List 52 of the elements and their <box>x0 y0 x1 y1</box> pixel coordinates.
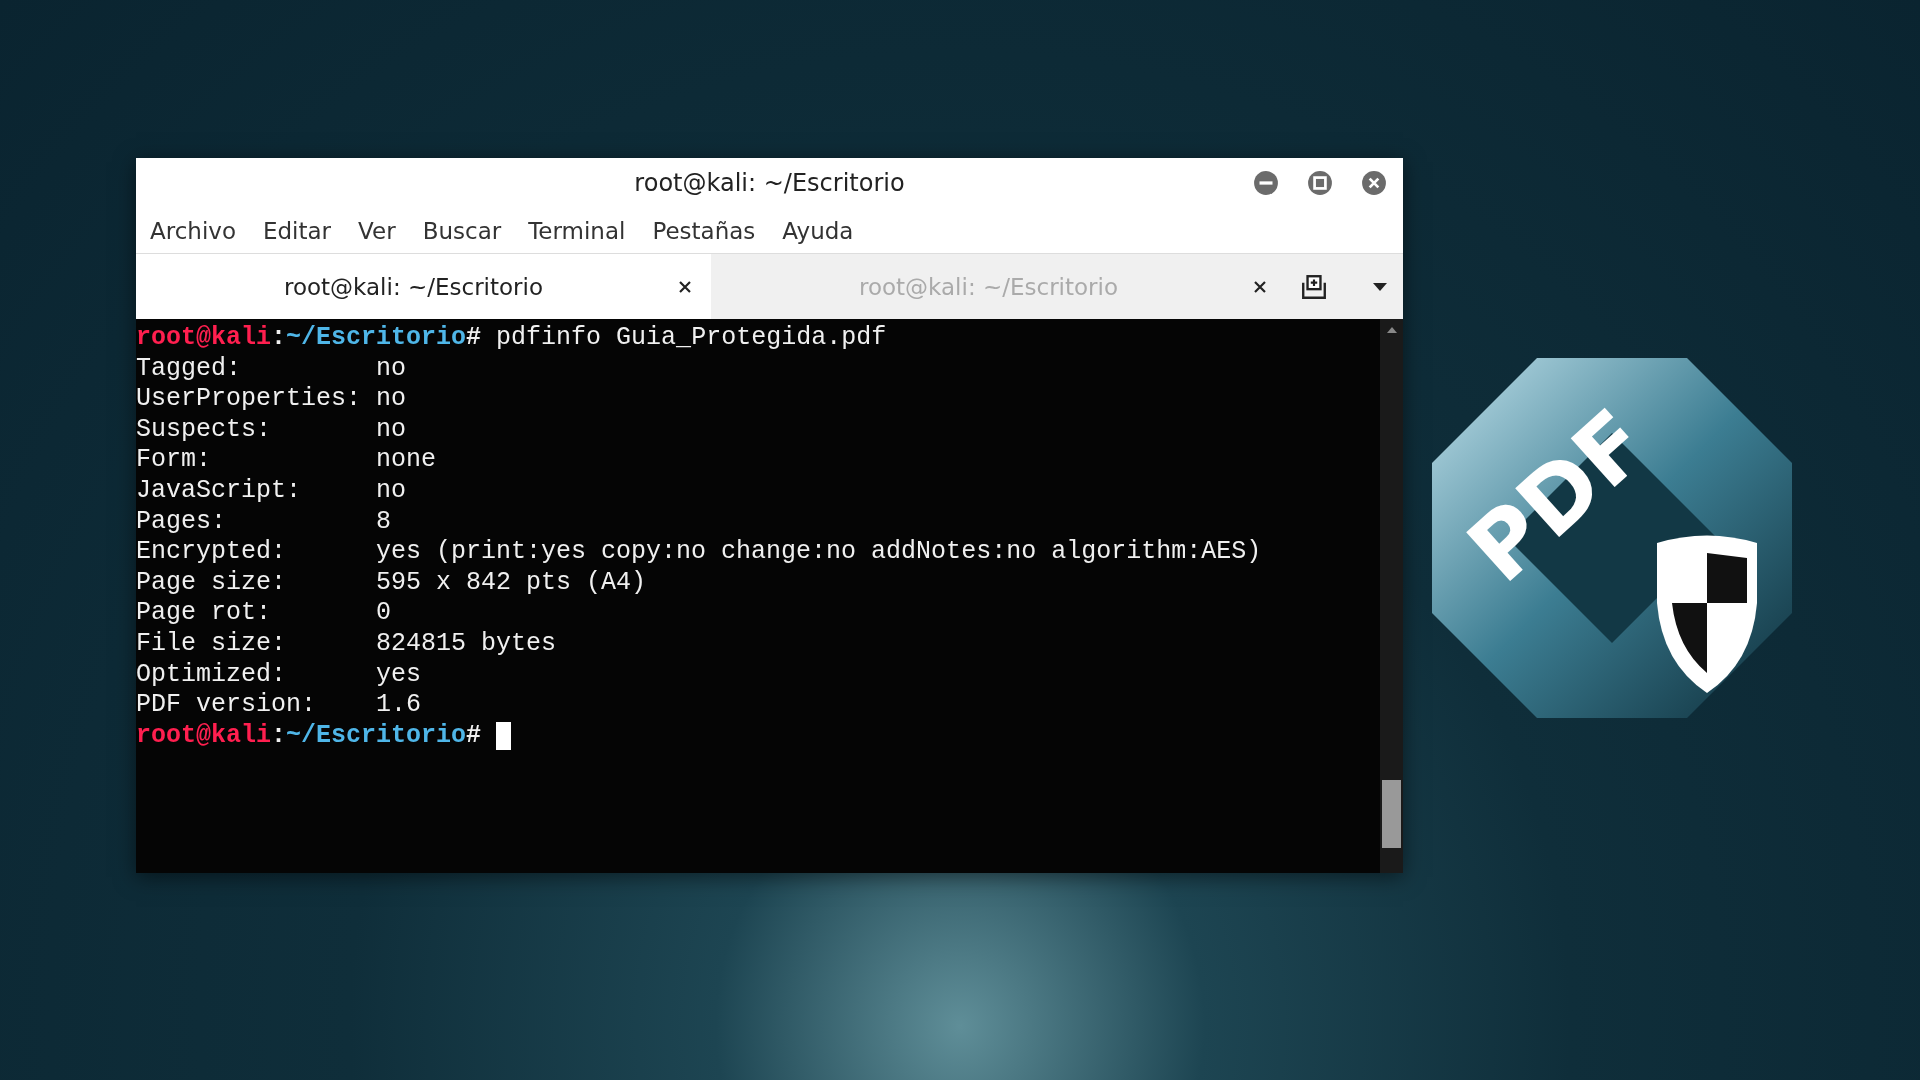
close-tab-icon[interactable] <box>1252 278 1268 295</box>
minimize-icon[interactable] <box>1253 170 1279 196</box>
prompt-user: root@kali <box>136 323 272 354</box>
output-value: 595 x 842 pts (A4) <box>376 567 647 599</box>
output-value: 824815 bytes <box>376 628 557 660</box>
output-key: Page rot: <box>136 598 377 629</box>
prompt-user: root@kali <box>136 720 272 752</box>
scrollbar[interactable] <box>1380 319 1403 873</box>
output-key: Form: <box>136 445 377 476</box>
output-value: 0 <box>376 598 392 629</box>
menu-item[interactable]: Editar <box>263 217 332 244</box>
prompt-path: ~/Escritorio <box>286 720 467 752</box>
prompt-path: ~/Escritorio <box>286 323 467 354</box>
output-value: no <box>376 384 407 415</box>
menu-item[interactable]: Pestañas <box>652 217 756 244</box>
output-key: JavaScript: <box>136 475 377 507</box>
menu-item[interactable]: Ver <box>358 217 396 244</box>
window-title: root@kali: ~/Escritorio <box>634 169 905 197</box>
prompt-symbol: # <box>466 323 482 354</box>
output-value: yes (print:yes copy:no change:no addNotes:no algorithm:AES) <box>376 537 1262 568</box>
scroll-up-icon[interactable] <box>1386 327 1397 333</box>
dropdown-caret-icon[interactable] <box>1372 281 1388 292</box>
terminal-tab[interactable]: root@kali: ~/Escritorio <box>136 254 711 319</box>
new-tab-icon[interactable] <box>1300 273 1328 300</box>
prompt-separator: : <box>271 720 287 752</box>
output-key: File size: <box>136 628 377 660</box>
output-key: Pages: <box>136 506 377 538</box>
output-key: Encrypted: <box>136 537 377 568</box>
menu-item[interactable]: Terminal <box>528 217 626 244</box>
menu-item[interactable]: Buscar <box>422 217 502 244</box>
output-value: 1.6 <box>376 690 422 721</box>
output-value: 8 <box>376 506 392 538</box>
output-value: no <box>376 414 407 446</box>
menu-item[interactable]: Archivo <box>150 217 236 244</box>
close-tab-icon[interactable] <box>677 278 693 295</box>
close-icon[interactable] <box>1361 170 1387 196</box>
maximize-icon[interactable] <box>1307 170 1333 196</box>
scrollbar-thumb[interactable] <box>1382 780 1401 848</box>
output-key: Optimized: <box>136 659 377 691</box>
output-value: yes <box>376 659 422 691</box>
output-value: none <box>376 445 437 476</box>
prompt-separator: : <box>271 323 287 354</box>
output-value: no <box>376 353 407 385</box>
output-value: no <box>376 475 407 507</box>
output-key: PDF version: <box>136 690 377 721</box>
output-key: Page size: <box>136 567 377 599</box>
output-key: Suspects: <box>136 414 377 446</box>
command-text: pdfinfo Guia_Protegida.pdf <box>496 323 887 354</box>
prompt-symbol: # <box>466 720 482 752</box>
output-key: UserProperties: <box>136 384 377 415</box>
output-key: Tagged: <box>136 353 377 385</box>
menu-item[interactable]: Ayuda <box>782 217 854 244</box>
